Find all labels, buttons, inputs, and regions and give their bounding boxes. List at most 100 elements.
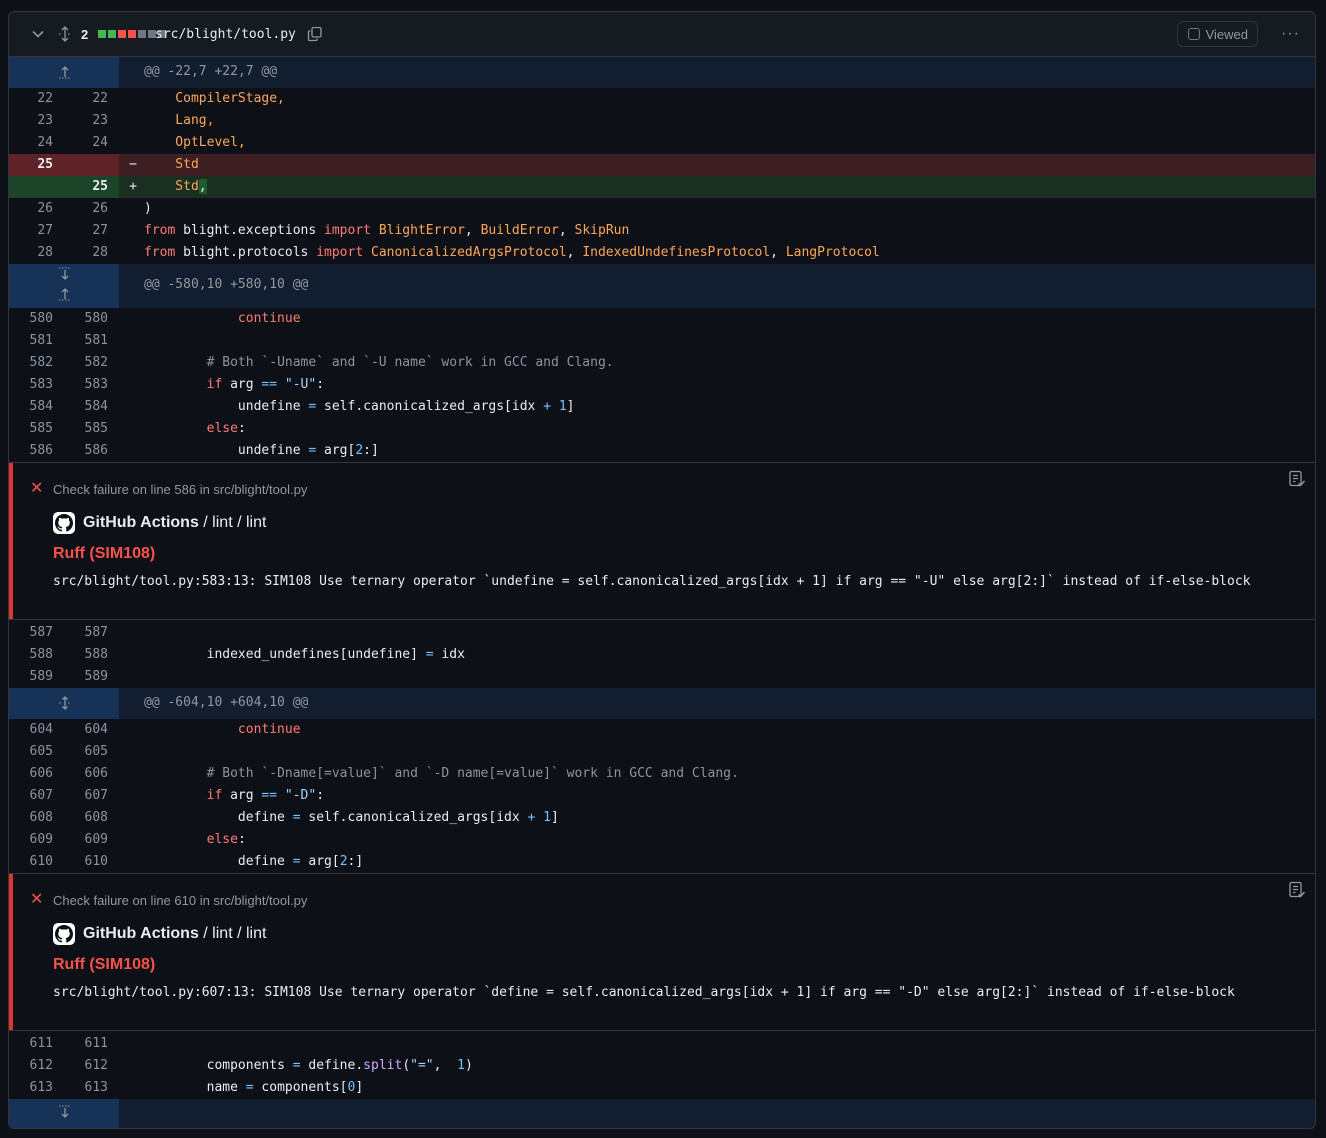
line-number-new[interactable]: 612	[78, 1055, 108, 1077]
line-number-new[interactable]: 607	[78, 785, 108, 807]
more-options-icon[interactable]: ···	[1281, 12, 1300, 56]
diff-line: 582 582 # Both `-Uname` and `-U name` wor…	[9, 352, 1315, 374]
line-number-new[interactable]: 582	[78, 352, 108, 374]
expand-up-icon[interactable]	[56, 65, 74, 79]
line-number-new[interactable]: 604	[78, 719, 108, 741]
line-number-new[interactable]: 605	[78, 741, 108, 763]
code-text: )	[144, 201, 152, 216]
diff-file: 2 src/blight/tool.py Viewed ··· @@ -22,7…	[8, 11, 1316, 1129]
file-path[interactable]: src/blight/tool.py	[155, 12, 296, 56]
line-number-new[interactable]: 586	[78, 440, 108, 462]
hunk-expander[interactable]	[9, 688, 119, 719]
line-number-new[interactable]: 22	[78, 88, 108, 110]
line-number-new[interactable]: 27	[78, 220, 108, 242]
line-number-new[interactable]: 24	[78, 132, 108, 154]
line-number-old[interactable]: 604	[23, 719, 53, 741]
viewed-toggle[interactable]: Viewed	[1176, 21, 1258, 47]
annotation-rule: Ruff (SIM108)	[53, 956, 156, 973]
line-number-old[interactable]: 586	[23, 440, 53, 462]
line-number-old[interactable]: 587	[23, 622, 53, 644]
code-text: indexed_undefines[undefine] = idx	[206, 647, 465, 662]
line-number-new[interactable]: 588	[78, 644, 108, 666]
line-number-new[interactable]: 584	[78, 396, 108, 418]
line-number-old[interactable]: 585	[23, 418, 53, 440]
line-number-new[interactable]: 589	[78, 666, 108, 688]
code-text: define = arg[2:]	[237, 854, 364, 869]
diff-line: 580 580 continue	[9, 308, 1315, 330]
line-number-old[interactable]: 613	[23, 1077, 53, 1099]
line-number-old[interactable]: 581	[23, 330, 53, 352]
note-check-icon[interactable]	[1288, 470, 1306, 493]
line-number-new[interactable]: 613	[78, 1077, 108, 1099]
diff-line: 606 606 # Both `-Dname[=value]` and `-D n…	[9, 763, 1315, 785]
line-number-new[interactable]: 606	[78, 763, 108, 785]
line-number-old[interactable]: 24	[23, 132, 53, 154]
annotation-workflow[interactable]: / lint / lint	[199, 925, 266, 942]
line-number-old[interactable]: 23	[23, 110, 53, 132]
code-text: undefine = arg[2:]	[237, 443, 379, 458]
line-number-new[interactable]: 580	[78, 308, 108, 330]
hunk-expander[interactable]	[9, 57, 119, 88]
diff-line: 610 610 define = arg[2:]	[9, 851, 1315, 873]
line-number-old[interactable]: 610	[23, 851, 53, 873]
line-number-new[interactable]: 608	[78, 807, 108, 829]
line-number-new[interactable]: 585	[78, 418, 108, 440]
line-number-old[interactable]: 608	[23, 807, 53, 829]
annotation-workflow[interactable]: / lint / lint	[199, 514, 266, 531]
diffstat-block	[118, 30, 126, 38]
line-number-new[interactable]: 611	[78, 1033, 108, 1055]
line-number-new[interactable]: 583	[78, 374, 108, 396]
annotation-title: Check failure on line 610 in src/blight/…	[53, 893, 308, 908]
line-number-new[interactable]: 610	[78, 851, 108, 873]
diff-line: 585 585 else:	[9, 418, 1315, 440]
expand-down-icon[interactable]	[56, 1105, 74, 1119]
line-number-old[interactable]: 612	[23, 1055, 53, 1077]
line-number-new[interactable]: 609	[78, 829, 108, 851]
line-number-old[interactable]: 607	[23, 785, 53, 807]
expand-down-icon[interactable]	[56, 267, 74, 281]
line-number-new[interactable]: 28	[78, 242, 108, 264]
line-number-new[interactable]: 587	[78, 622, 108, 644]
viewed-checkbox[interactable]	[1187, 28, 1200, 40]
addition-marker: +	[129, 179, 137, 194]
diff-line: 28 28 from blight.protocols import Canonic…	[9, 242, 1315, 264]
code-text: OptLevel,	[144, 135, 246, 150]
copy-icon[interactable]	[306, 12, 324, 56]
line-number-old[interactable]: 22	[23, 88, 53, 110]
note-check-icon[interactable]	[1288, 881, 1306, 904]
line-number-old[interactable]: 27	[23, 220, 53, 242]
check-annotation: ✕ Check failure on line 586 in src/bligh…	[9, 462, 1315, 620]
deletion-marker: −	[129, 157, 137, 172]
line-number-old[interactable]: 611	[23, 1033, 53, 1055]
hunk-expander[interactable]	[9, 1099, 119, 1128]
line-number-old[interactable]: 584	[23, 396, 53, 418]
code-text: define = self.canonicalized_args[idx + 1…	[237, 810, 559, 825]
line-number-old[interactable]: 583	[23, 374, 53, 396]
line-number-old[interactable]: 588	[23, 644, 53, 666]
line-number-old[interactable]: 605	[23, 741, 53, 763]
github-logo-icon	[53, 512, 75, 534]
line-number-new[interactable]: 581	[78, 330, 108, 352]
line-number-old[interactable]: 606	[23, 763, 53, 785]
code-text: undefine = self.canonicalized_args[idx +…	[237, 399, 575, 414]
annotation-app: GitHub Actions	[83, 925, 199, 942]
line-number-old[interactable]: 25	[23, 154, 53, 176]
line-number-new[interactable]: 25	[78, 176, 108, 198]
diff-line: 586 586 undefine = arg[2:]	[9, 440, 1315, 462]
line-number-new[interactable]: 23	[78, 110, 108, 132]
line-number-old[interactable]: 580	[23, 308, 53, 330]
diff-line: 605 605	[9, 741, 1315, 763]
line-number-old[interactable]: 28	[23, 242, 53, 264]
line-number-new[interactable]: 26	[78, 198, 108, 220]
diff-line: 608 608 define = self.canonicalized_args[…	[9, 807, 1315, 829]
hunk-expander[interactable]	[9, 264, 119, 308]
line-number-old[interactable]: 609	[23, 829, 53, 851]
expand-up-icon[interactable]	[56, 287, 74, 301]
expand-all-icon[interactable]	[57, 12, 73, 56]
expand-both-icon[interactable]	[56, 696, 74, 710]
code-text: else:	[206, 832, 246, 847]
chevron-down-icon[interactable]	[29, 12, 47, 56]
line-number-old[interactable]: 26	[23, 198, 53, 220]
line-number-old[interactable]: 582	[23, 352, 53, 374]
line-number-old[interactable]: 589	[23, 666, 53, 688]
